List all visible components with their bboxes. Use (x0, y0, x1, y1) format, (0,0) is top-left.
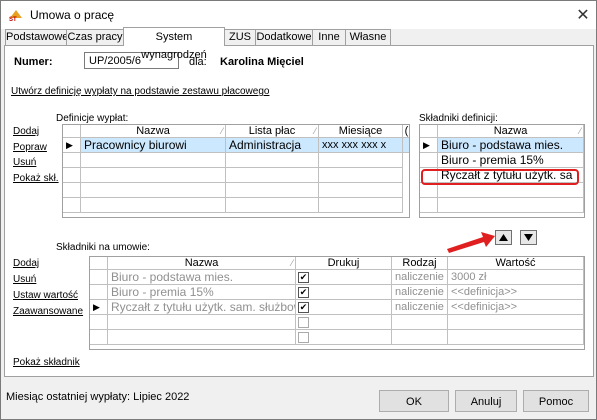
definicje-pokaz-skl-link[interactable]: Pokaż skł. (13, 173, 59, 184)
umowa-zaawansowane-link[interactable]: Zaawansowane (13, 306, 83, 317)
ok-button[interactable]: OK (379, 390, 449, 412)
umowa-row-rodzaj: naliczenie (392, 285, 448, 300)
tab-podstawowe[interactable]: Podstawowe (5, 29, 68, 45)
col-skl-nazwa-text: Nazwa (493, 125, 528, 137)
col-header-umowa-nazwa[interactable]: Nazwa ⁄ (108, 257, 296, 270)
tab-czas-pracy[interactable]: Czas pracy (66, 29, 124, 45)
row-selector-icon: ▶ (423, 140, 430, 150)
create-definition-link[interactable]: Utwórz definicję wypłaty na podstawie ze… (11, 86, 269, 97)
numer-label: Numer: (14, 56, 53, 68)
skladniki-umowa-grid[interactable]: Nazwa ⁄ Drukuj Rodzaj Wartość Biuro - pod… (89, 256, 585, 350)
drukuj-checkbox[interactable]: ✔ (298, 272, 309, 283)
col-lista-text: Lista płac (248, 125, 296, 137)
def-row-miesiace[interactable]: xxx xxx xxx x (319, 138, 403, 153)
drukuj-checkbox[interactable] (298, 332, 309, 343)
col-nazwa-text: Nazwa (136, 125, 170, 137)
row-indicator (90, 270, 108, 285)
col-header-nazwa[interactable]: Nazwa ⁄ (81, 125, 226, 138)
skladniki-def-label: Składniki definicji: (419, 113, 498, 124)
umowa-row-drukuj: ✔ (296, 270, 392, 285)
definicje-dodaj-link[interactable]: Dodaj (13, 126, 39, 137)
drukuj-checkbox[interactable] (298, 317, 309, 328)
col-header-lista-plac[interactable]: Lista płac ⁄ (226, 125, 319, 138)
col-header-miesiace[interactable]: Miesiące (319, 125, 403, 138)
window-title: Umowa o pracę (30, 8, 115, 22)
umowa-ustaw-wartosc-link[interactable]: Ustaw wartość (13, 290, 78, 301)
svg-text:ST: ST (9, 17, 17, 22)
row-indicator: ▶ (420, 138, 438, 153)
umowa-usun-link[interactable]: Usuń (13, 274, 36, 285)
highlight-box (421, 169, 579, 185)
umowa-row-drukuj (296, 330, 392, 345)
col-umowa-nazwa-text: Nazwa (184, 257, 219, 269)
umowa-row-nazwa[interactable]: Biuro - premia 15% (108, 285, 296, 300)
tab-wlasne[interactable]: Własne (345, 29, 391, 45)
row-indicator (90, 285, 108, 300)
umowa-row-drukuj: ✔ (296, 300, 392, 315)
col-drukuj-text: Drukuj (327, 257, 360, 269)
col-header-rodzaj[interactable]: Rodzaj (392, 257, 448, 270)
drukuj-checkbox[interactable]: ✔ (298, 287, 309, 298)
title-bar: ST Umowa o pracę ✕ (1, 1, 596, 29)
row-selector-icon: ▶ (93, 302, 100, 312)
col-wartosc-text: Wartość (495, 257, 536, 269)
red-arrow-icon (447, 232, 495, 253)
definicje-label: Definicje wypłat: (56, 113, 129, 124)
umowa-row-rodzaj: naliczenie (392, 270, 448, 285)
move-up-button[interactable] (495, 230, 512, 245)
status-text: Miesiąc ostatniej wypłaty: Lipiec 2022 (6, 391, 190, 403)
def-row-nazwa[interactable]: Pracownicy biurowi (81, 138, 226, 153)
definicje-usun-link[interactable]: Usuń (13, 157, 36, 168)
tab-inne[interactable]: Inne (312, 29, 346, 45)
tab-dodatkowe[interactable]: Dodatkowe (255, 29, 313, 45)
cancel-button[interactable]: Anuluj (455, 390, 517, 412)
tab-system-wynagrodzen[interactable]: System wynagrodzeń (123, 27, 225, 61)
skladniki-umowa-label: Składniki na umowie: (56, 242, 150, 253)
umowa-row-wartosc[interactable]: <<definicja>> (448, 285, 584, 300)
app-icon: ST (8, 8, 24, 22)
umowa-row-rodzaj: naliczenie (392, 300, 448, 315)
dialog-window: ST Umowa o pracę ✕ Podstawowe Czas pracy… (0, 0, 597, 420)
def-row-lista[interactable]: Administracja (226, 138, 319, 153)
umowa-dodaj-link[interactable]: Dodaj (13, 258, 39, 269)
skl-def-row-2[interactable]: Biuro - premia 15% (438, 153, 584, 168)
tab-panel: Numer: UP/2005/6 dla: Karolina Mięciel U… (4, 45, 594, 377)
up-arrow-icon (499, 234, 508, 241)
pokaz-skladnik-link[interactable]: Pokaż składnik (13, 357, 80, 368)
grid-corner (63, 125, 81, 138)
def-row-extra (403, 138, 409, 153)
umowa-row-nazwa[interactable]: Biuro - podstawa mies. (108, 270, 296, 285)
move-down-button[interactable] (520, 230, 537, 245)
umowa-row-drukuj: ✔ (296, 285, 392, 300)
row-selector-icon: ▶ (66, 140, 73, 150)
grid-corner (420, 125, 438, 138)
umowa-row-wartosc[interactable]: 3000 zł (448, 270, 584, 285)
umowa-row-nazwa[interactable]: Ryczałt z tytułu użytk. sam. służbow (108, 300, 296, 315)
col-header-drukuj[interactable]: Drukuj (296, 257, 392, 270)
employee-name: Karolina Mięciel (220, 56, 304, 68)
tab-zus[interactable]: ZUS (224, 29, 256, 45)
row-indicator: ▶ (63, 138, 81, 153)
col-miesiace-text: Miesiące (338, 125, 383, 137)
umowa-row-drukuj (296, 315, 392, 330)
skl-def-row-1[interactable]: Biuro - podstawa mies. (438, 138, 584, 153)
grid-corner (90, 257, 108, 270)
definicje-grid[interactable]: Nazwa ⁄ Lista płac ⁄ Miesiące ( ▶ Pracowni… (62, 124, 410, 218)
help-button[interactable]: Pomoc (523, 390, 589, 412)
row-indicator: ▶ (90, 300, 108, 315)
close-icon[interactable]: ✕ (573, 5, 593, 25)
col-rodzaj-text: Rodzaj (402, 257, 437, 269)
col-header-wartosc[interactable]: Wartość (448, 257, 584, 270)
drukuj-checkbox[interactable]: ✔ (298, 302, 309, 313)
definicje-popraw-link[interactable]: Popraw (13, 142, 47, 153)
col-header-skl-nazwa[interactable]: Nazwa ⁄ (438, 125, 584, 138)
col-header-extra[interactable]: ( (403, 125, 409, 138)
umowa-row-wartosc[interactable]: <<definicja>> (448, 300, 584, 315)
down-arrow-icon (524, 234, 533, 241)
